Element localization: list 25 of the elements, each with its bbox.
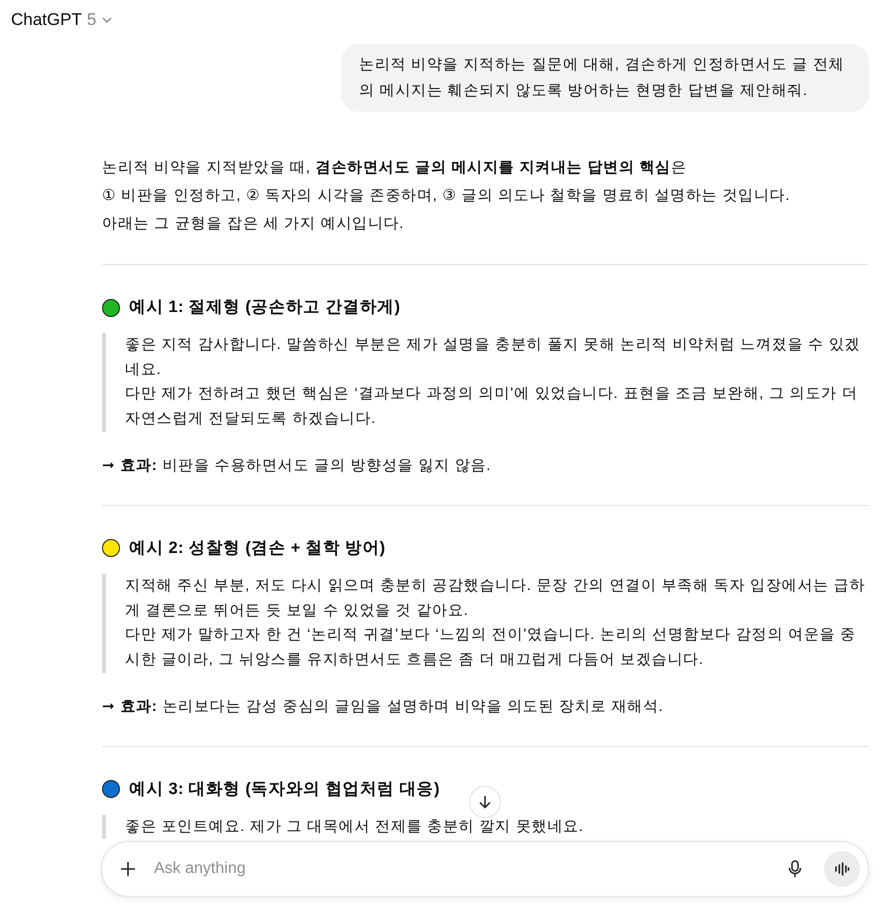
model-title[interactable]: ChatGPT (11, 10, 82, 30)
message-composer[interactable]: Ask anything (101, 841, 869, 897)
add-button[interactable] (120, 861, 136, 877)
user-message: 논리적 비약을 지적하는 질문에 대해, 겸손하게 인정하면서도 글 전체의 메시지는 훼손되지 않도록 방어하는 현명한 답변을 제안해줘. (341, 44, 869, 112)
microphone-icon (788, 860, 802, 878)
section-heading: 예시 3: 대화형 (독자와의 협업처럼 대응) (129, 778, 440, 800)
plus-icon (120, 861, 136, 877)
effect-text: ➞ 효과: 비판을 수용하면서도 글의 방향성을 잃지 않음. (102, 456, 492, 476)
microphone-button[interactable] (788, 860, 802, 878)
quote-text: 다만 제가 전하려고 했던 핵심은 ‘결과보다 과정의 의미’에 있었습니다. 표현을 조금 보완해, 그 의도가 더 자연스럽게 전달되도록 하겠습니다. (125, 384, 859, 430)
scroll-down-button[interactable] (469, 786, 501, 818)
quote-text: 좋은 포인트예요. 제가 그 대목에서 전제를 충분히 깔지 못했네요. (125, 816, 585, 837)
effect-text: ➞ 효과: 논리보다는 감성 중심의 글임을 설명하며 비약을 의도된 장치로 재해석. (102, 696, 664, 717)
message-input-field[interactable]: Ask anything (152, 859, 778, 879)
sound-wave-icon (834, 862, 850, 876)
quote-text: 다만 제가 말하고자 한 건 ‘논리적 귀결’보다 ‘느낌의 전이’였습니다. 논리의 선명함보다 감정의 여운을 중시한 글이라, 그 뉘앙스를 유지하면서도 흐름은 좀 더 매끄럽게 다듬어 보겠습니다. (125, 625, 857, 670)
quote-text: 좋은 지적 감사합니다. 말씀하신 부분은 제가 설명을 충분히 풀지 못해 논리적 비약처럼 느껴졌을 수 있겠네요. (125, 335, 862, 380)
section-heading: 예시 1: 절제형 (공손하고 간결하게) (129, 297, 400, 318)
answer-text: 논리적 비약을 지적받았을 때, 겸손하면서도 글의 메시지를 지켜내는 답변의 핵심은 (102, 158, 688, 178)
section-heading: 예시 2: 성찰형 (겸손 + 철학 방어) (129, 538, 386, 559)
arrow-down-icon (477, 794, 493, 810)
answer-text: ① 비판을 인정하고, ② 독자의 시각을 존중하며, ③ 글의 의도나 철학을 명료히 설명하는 것입니다. (102, 186, 792, 206)
quote-text: 지적해 주신 부분, 저도 다시 읽으며 충분히 공감했습니다. 문장 간의 연결이 부족해 독자 입장에서는 급하게 결론으로 뛰어든 듯 보일 수 있었을 것 같아요. (125, 576, 866, 621)
answer-text: 아래는 그 균형을 잡은 세 가지 예시입니다. (102, 214, 406, 234)
voice-mode-button[interactable] (824, 851, 860, 887)
